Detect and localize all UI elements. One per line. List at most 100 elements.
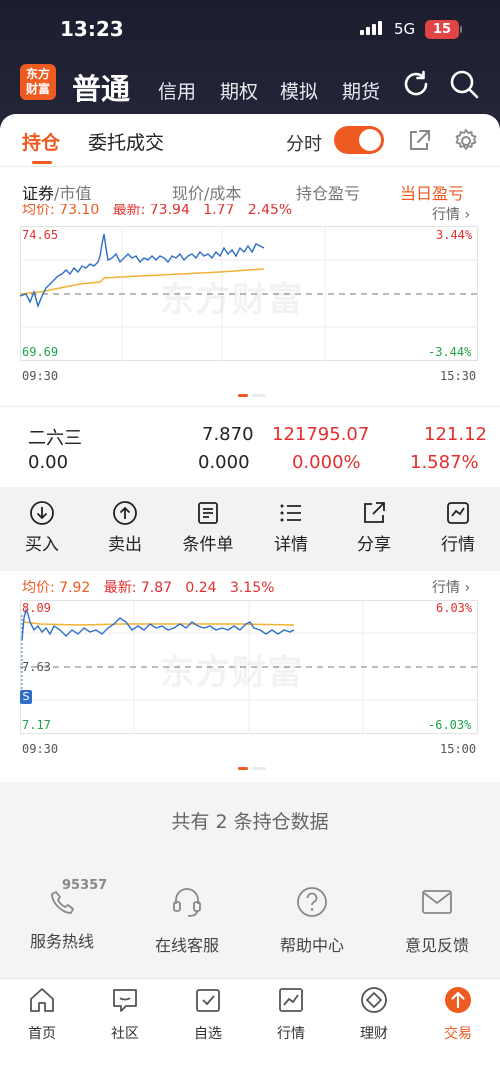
bottom-nav-watchlist[interactable]: 自选 xyxy=(178,985,238,1043)
conditional-order-label: 条件单 xyxy=(182,535,234,555)
timeshare-toggle[interactable] xyxy=(334,126,384,154)
chart2-pct-bottom: -6.03% xyxy=(428,718,472,732)
col-daily-pnl[interactable]: 当日盈亏 xyxy=(400,180,478,204)
chart2-y-top: 8.09 xyxy=(22,601,51,615)
action-bar xyxy=(0,487,500,571)
bottom-nav-quotes[interactable]: 行情 xyxy=(261,985,321,1043)
conditional-order-button[interactable]: 条件单 xyxy=(178,500,238,555)
chart2-pct: 3.15% xyxy=(229,580,275,596)
chart1-x-start: 09:30 xyxy=(22,369,59,383)
status-time: 13:23 xyxy=(60,17,124,41)
details-label: 详情 xyxy=(274,535,308,555)
chart-line-icon xyxy=(447,502,469,524)
share-button[interactable]: 分享 xyxy=(344,500,404,555)
list-icon xyxy=(280,504,301,522)
bottom-nav-quotes-label: 行情 xyxy=(277,1026,305,1042)
bottom-nav-community-label: 社区 xyxy=(111,1026,139,1042)
chart1-quote-label: 行情 xyxy=(432,207,460,223)
service-help[interactable]: 帮助中心 xyxy=(262,884,362,956)
chart1-page-dots xyxy=(238,394,266,397)
holding-name[interactable]: 二六三 xyxy=(28,424,82,450)
chart1-y-bottom: 69.69 xyxy=(22,345,59,359)
feedback-label: 意见反馈 xyxy=(404,936,469,955)
service-hotline[interactable]: 95357 服务热线 xyxy=(12,878,112,952)
online-label: 在线客服 xyxy=(154,936,219,955)
hotline-label: 服务热线 xyxy=(29,932,94,951)
chart1-pct-bottom: -3.44% xyxy=(428,345,472,359)
gear-icon[interactable] xyxy=(453,128,479,154)
chart2-x-end: 15:00 xyxy=(440,742,477,756)
service-online[interactable]: 在线客服 xyxy=(137,884,237,956)
hotline-number: 95357 xyxy=(62,878,108,893)
col-security[interactable]: 证券/市值 xyxy=(22,180,91,204)
quote-button[interactable]: 行情 xyxy=(428,500,488,555)
chart1-pct-top: 3.44% xyxy=(436,228,473,242)
chart2-avg: 均价: 7.92 xyxy=(22,580,91,596)
bottom-nav-community[interactable]: 社区 xyxy=(95,985,155,1043)
home-icon xyxy=(30,988,54,1012)
holding-daily-pnl-pct: 1.587% xyxy=(410,452,479,473)
help-label: 帮助中心 xyxy=(279,936,344,955)
bottom-nav-wealth-label: 理财 xyxy=(360,1026,388,1042)
timeshare-label: 分时 xyxy=(286,134,322,155)
chart2-change: 0.24 xyxy=(185,580,217,596)
bottom-nav-home-label: 首页 xyxy=(28,1026,56,1042)
chart1-quote-link[interactable]: 行情 › xyxy=(432,204,470,224)
nav-futures[interactable]: 期货 xyxy=(342,77,380,104)
chart2-x-start: 09:30 xyxy=(22,742,59,756)
nav-simulate[interactable]: 模拟 xyxy=(280,77,318,104)
share-label: 分享 xyxy=(357,535,391,555)
bottom-nav-wealth[interactable]: 理财 xyxy=(344,985,404,1043)
holdings-summary: 共有 2 条持仓数据 xyxy=(171,811,329,833)
holding-position-pnl: 121.12 xyxy=(424,424,487,445)
bottom-nav-watchlist-label: 自选 xyxy=(194,1026,222,1042)
help-icon xyxy=(297,887,327,917)
col-position-pnl[interactable]: 持仓盈亏 xyxy=(296,180,360,204)
col-price-cost[interactable]: 现价/成本 xyxy=(172,180,241,204)
chart2-page-dots xyxy=(238,767,266,770)
tab-orders[interactable]: 委托成交 xyxy=(88,128,164,155)
watchlist-icon xyxy=(196,989,220,1012)
buy-label: 买入 xyxy=(25,535,59,555)
chart2-quote-link[interactable]: 行情 › xyxy=(432,577,470,597)
nav-normal[interactable]: 普通 xyxy=(72,66,130,108)
bottom-nav-trade[interactable]: 交易 xyxy=(428,985,488,1043)
network-label: 5G xyxy=(394,20,416,38)
buy-button[interactable]: 买入 xyxy=(12,500,72,555)
refresh-icon[interactable] xyxy=(400,68,432,100)
sell-marker[interactable]: S xyxy=(20,690,32,704)
bottom-nav-home[interactable]: 首页 xyxy=(12,985,72,1043)
chart2-y-mid: 7.63 xyxy=(22,660,51,674)
nav-options[interactable]: 期权 xyxy=(220,77,258,104)
service-feedback[interactable]: 意见反馈 xyxy=(387,884,487,956)
tab-holdings[interactable]: 持仓 xyxy=(22,128,60,155)
headset-icon xyxy=(173,888,201,917)
nav-credit[interactable]: 信用 xyxy=(158,77,196,104)
holding-position-pnl-pct: 0.000% xyxy=(292,452,361,473)
feedback-icon xyxy=(422,890,452,914)
col-market-value-label: /市值 xyxy=(54,184,92,203)
diamond-icon xyxy=(361,987,387,1013)
chart1-info: 均价: 73.10 最新: 73.94 1.77 2.45% xyxy=(22,204,292,218)
chart2-watermark: 东方财富 xyxy=(160,653,304,693)
share-icon xyxy=(364,502,385,523)
bottom-nav xyxy=(0,978,500,1083)
divider xyxy=(0,166,500,167)
holding-market-value: 121795.07 xyxy=(272,424,370,445)
chart2-info: 均价: 7.92 最新: 7.87 0.24 3.15% xyxy=(22,577,274,597)
holding-cost: 0.000 xyxy=(198,452,250,473)
export-icon[interactable] xyxy=(406,128,432,154)
chart1-watermark: 东方财富 xyxy=(160,280,304,320)
quote-label: 行情 xyxy=(441,535,475,555)
sell-button[interactable]: 卖出 xyxy=(95,500,155,555)
tab-underline xyxy=(32,161,52,164)
holding-price: 7.870 xyxy=(202,424,254,445)
chart1-avg: 均价: 73.10 xyxy=(22,204,100,218)
details-button[interactable]: 详情 xyxy=(261,500,321,555)
search-icon[interactable] xyxy=(448,68,480,100)
document-icon xyxy=(198,502,218,524)
battery-icon: 15 xyxy=(425,20,462,39)
chart1-change: 1.77 xyxy=(203,204,235,218)
chart2-y-bottom: 7.17 xyxy=(22,718,51,732)
chart1-y-top: 74.65 xyxy=(22,228,59,242)
